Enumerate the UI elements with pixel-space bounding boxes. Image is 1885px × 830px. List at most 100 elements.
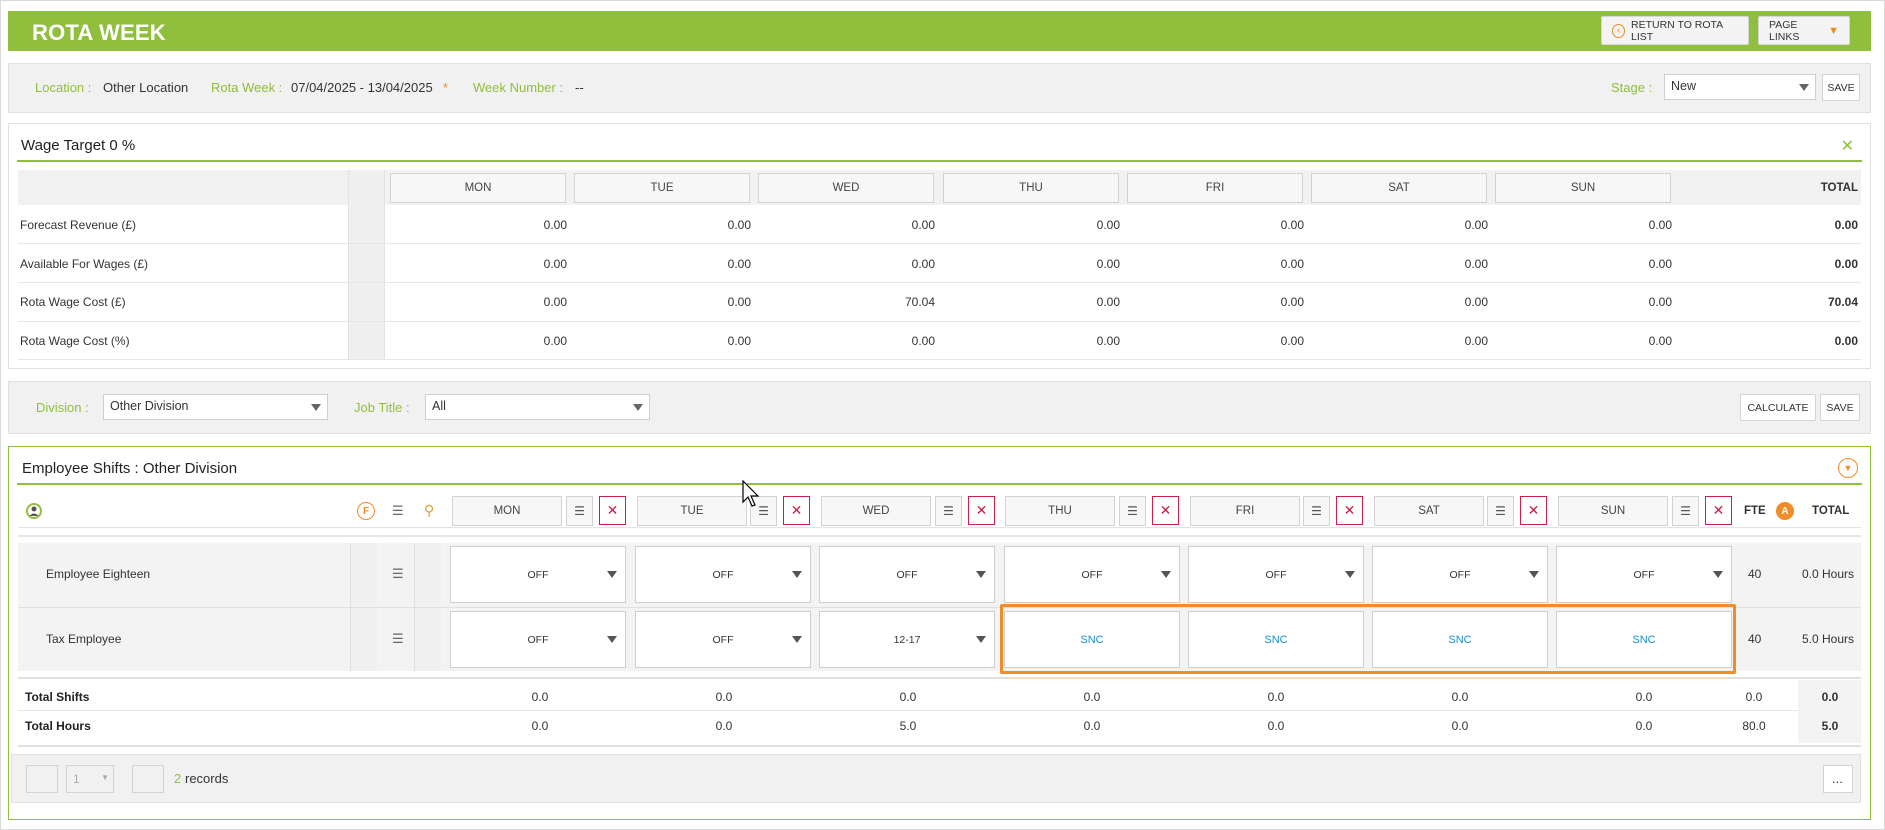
shift-cell-value: OFF: [1081, 568, 1103, 581]
shift-day-header: MON: [452, 496, 562, 526]
employee-shifts-header: Employee Shifts : Other Division ▼: [17, 453, 1862, 485]
shift-cell[interactable]: OFF: [1556, 546, 1732, 603]
division-select-value: Other Division: [110, 399, 189, 413]
wage-cell: 0.00: [1096, 218, 1120, 232]
prev-page-button[interactable]: [26, 765, 58, 793]
next-page-button[interactable]: [132, 765, 164, 793]
page-links-button[interactable]: PAGE LINKS ▼: [1758, 16, 1850, 45]
job-title-select[interactable]: All: [425, 394, 650, 420]
wage-cell: 0.00: [1280, 334, 1304, 348]
clear-day-icon[interactable]: ✕: [1705, 496, 1732, 525]
page-title: ROTA WEEK: [32, 20, 166, 45]
employee-filter-icon[interactable]: ☰: [392, 631, 404, 647]
employee-name[interactable]: Employee Eighteen: [46, 567, 150, 581]
shift-cell-value: OFF: [1633, 568, 1655, 581]
page-select[interactable]: 1 ▼: [66, 765, 114, 793]
division-save-button[interactable]: SAVE: [1820, 394, 1860, 421]
people-refresh-icon[interactable]: [24, 502, 44, 520]
clear-day-icon[interactable]: ✕: [1152, 496, 1179, 525]
chevron-down-icon: [607, 636, 617, 643]
align-left-icon[interactable]: ☰: [1119, 496, 1146, 526]
return-button-label: RETURN TO ROTA LIST: [1631, 18, 1723, 43]
align-left-icon[interactable]: ☰: [1672, 496, 1699, 526]
lightbulb-icon[interactable]: ⚲: [424, 502, 434, 519]
wage-row-label: Available For Wages (£): [20, 257, 149, 271]
employee-name[interactable]: Tax Employee: [46, 632, 121, 646]
shift-cell-value: OFF: [896, 568, 918, 581]
location-bar: Location : Other Location Rota Week : 07…: [8, 63, 1871, 113]
wage-cell: 0.00: [543, 295, 567, 309]
row-divider: [18, 677, 1861, 679]
align-left-icon[interactable]: ☰: [1487, 496, 1514, 526]
shift-cell-value: OFF: [712, 568, 734, 581]
total-hours-cell: 0.0: [531, 719, 549, 733]
wage-day-header: WED: [758, 173, 934, 203]
wage-row-total: 70.04: [1827, 295, 1858, 309]
clear-day-icon[interactable]: ✕: [599, 496, 626, 525]
align-left-icon[interactable]: ☰: [935, 496, 962, 526]
clear-day-icon[interactable]: ✕: [783, 496, 810, 525]
shift-cell[interactable]: OFF: [1188, 546, 1364, 603]
shift-cell[interactable]: OFF: [1004, 546, 1180, 603]
wage-day-header: SUN: [1495, 173, 1671, 203]
total-shifts-cell: 0.0: [1267, 690, 1285, 704]
total-hours-cell: 0.0: [1451, 719, 1469, 733]
total-shifts-fte: 0.0: [1745, 690, 1763, 704]
a-badge-icon[interactable]: A: [1776, 502, 1794, 520]
location-value: Other Location: [103, 80, 189, 95]
total-hours-label: Total Hours: [25, 719, 91, 733]
clear-day-icon[interactable]: ✕: [1520, 496, 1547, 525]
wage-cell: 0.00: [1280, 257, 1304, 271]
shift-cell[interactable]: OFF: [450, 611, 626, 668]
rota-week-label: Rota Week :: [211, 80, 283, 95]
employee-filter-icon[interactable]: ☰: [392, 566, 404, 582]
align-left-icon[interactable]: ☰: [566, 496, 593, 526]
stage-select[interactable]: New: [1664, 74, 1816, 100]
align-left-icon[interactable]: ☰: [1303, 496, 1330, 526]
close-icon[interactable]: ✕: [1841, 136, 1854, 156]
chevron-down-icon: [976, 571, 986, 578]
wage-cell: 0.00: [1464, 218, 1488, 232]
wage-cell: 0.00: [911, 218, 935, 232]
shift-cell[interactable]: OFF: [635, 611, 811, 668]
stage-label: Stage :: [1611, 80, 1653, 95]
total-hours-cell: 0.0: [1635, 719, 1653, 733]
shift-cell[interactable]: OFF: [635, 546, 811, 603]
more-options-button[interactable]: ...: [1823, 765, 1853, 793]
chevron-down-icon: [1529, 571, 1539, 578]
f-badge-icon[interactable]: F: [357, 502, 375, 520]
return-to-rota-list-button[interactable]: ‹ RETURN TO ROTA LIST: [1601, 16, 1749, 45]
clear-day-icon[interactable]: ✕: [1336, 496, 1363, 525]
mouse-cursor-icon: [742, 479, 762, 510]
spacer-column: [348, 170, 385, 360]
shift-cell[interactable]: OFF: [819, 546, 995, 603]
employee-filter-icon[interactable]: ☰: [392, 503, 404, 519]
chevron-down-icon: [1713, 571, 1723, 578]
record-count: 2: [174, 771, 182, 786]
total-shifts-cell: 0.0: [1083, 690, 1101, 704]
wage-cell: 0.00: [1096, 295, 1120, 309]
stage-save-button[interactable]: SAVE: [1822, 74, 1860, 101]
wage-row-label: Forecast Revenue (£): [20, 218, 137, 232]
chevron-down-icon: [1345, 571, 1355, 578]
total-shifts-label: Total Shifts: [25, 690, 90, 704]
wage-cell: 0.00: [1464, 257, 1488, 271]
shift-cell[interactable]: OFF: [1372, 546, 1548, 603]
shift-cell[interactable]: OFF: [450, 546, 626, 603]
wage-cell: 0.00: [727, 295, 751, 309]
wage-cell: 0.00: [1280, 295, 1304, 309]
wage-cell: 0.00: [1648, 295, 1672, 309]
shift-cell[interactable]: 12-17: [819, 611, 995, 668]
chevron-down-icon: ▼: [101, 773, 109, 782]
calculate-button[interactable]: CALCULATE: [1740, 394, 1816, 421]
pagination-bar: 1 ▼ 2 records ...: [11, 754, 1861, 803]
records-label: records: [185, 771, 229, 786]
job-title-select-value: All: [432, 399, 446, 413]
location-label: Location :: [35, 80, 92, 95]
row-divider: [18, 321, 1861, 322]
collapse-chevron-icon[interactable]: ▼: [1838, 458, 1858, 478]
wage-cell: 0.00: [911, 334, 935, 348]
clear-day-icon[interactable]: ✕: [968, 496, 995, 525]
division-select[interactable]: Other Division: [103, 394, 328, 420]
shift-day-header: SUN: [1558, 496, 1668, 526]
